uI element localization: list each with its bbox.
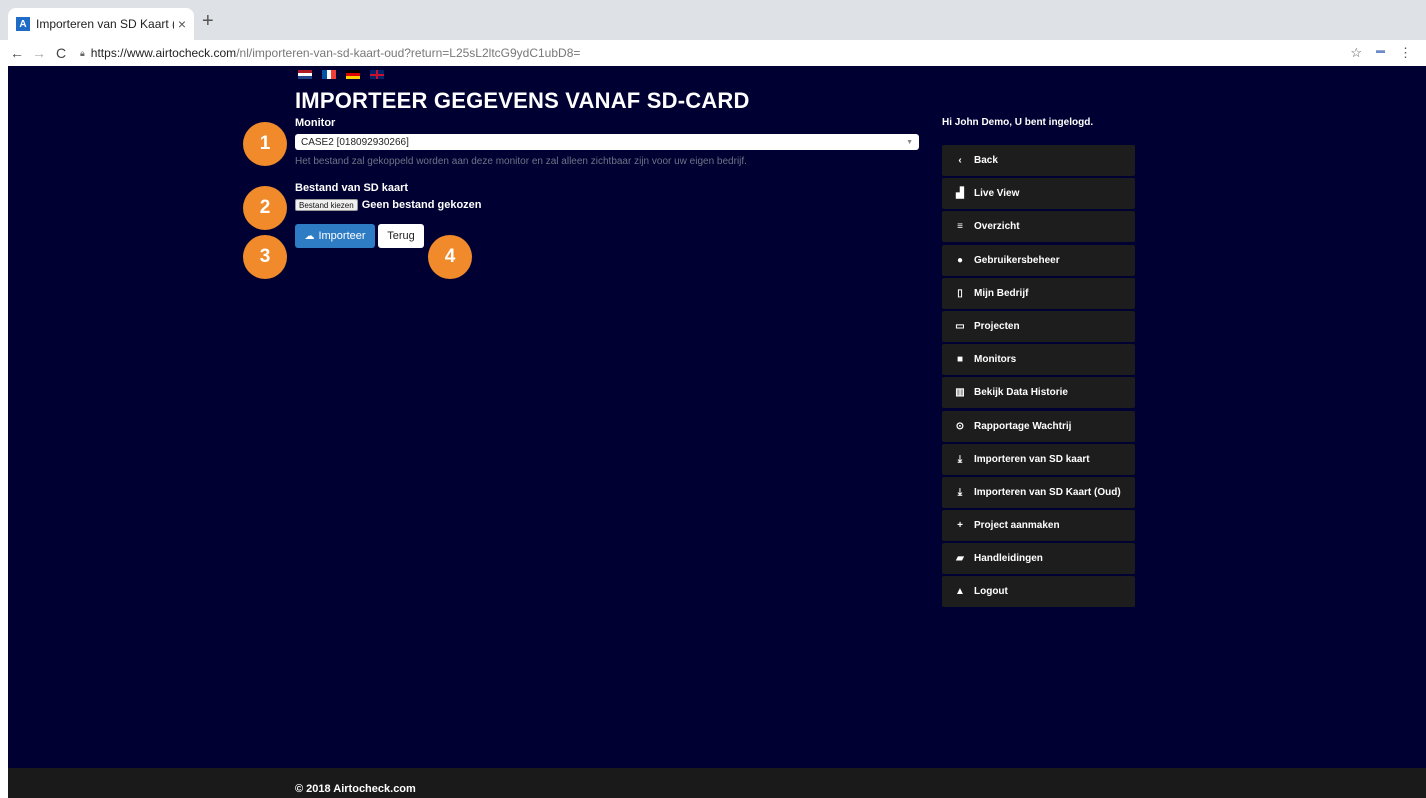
step-marker-1: 1 (243, 122, 287, 166)
download-icon: ⤓ (957, 453, 963, 465)
tab-close-icon[interactable]: × (178, 16, 186, 32)
browser-toolbar: ← → C 🔒︎ https://www.airtocheck.com/nl/i… (0, 40, 1426, 66)
sidebar-item-project-aanmaken[interactable]: + Project aanmaken (942, 510, 1135, 542)
step-marker-3: 3 (243, 235, 287, 279)
forward-arrow-icon[interactable]: → (28, 45, 50, 61)
site-favicon-icon: A (16, 17, 30, 31)
sidebar-item-label: Importeren van SD Kaart (Oud) (974, 486, 1121, 498)
language-flags (298, 70, 384, 79)
tab-title: Importeren van SD Kaart (Oud) (36, 17, 174, 31)
briefcase-icon: ■ (956, 354, 964, 366)
sidebar-item-overzicht[interactable]: ≡ Overzicht (942, 211, 1135, 243)
sidebar-item-label: Live View (974, 188, 1020, 200)
list-icon: ≡ (957, 221, 963, 233)
import-button-label: Importeer (318, 230, 366, 242)
sidebar-item-label: Project aanmaken (974, 520, 1060, 532)
menu-kebab-icon[interactable]: ⋮ (1399, 45, 1412, 61)
bar-chart-icon: ▥ (955, 387, 965, 399)
lock-icon: 🔒︎ (80, 47, 85, 58)
monitor-select[interactable]: CASE2 [018092930266] ▼ (295, 134, 919, 150)
sidebar-item-gebruikersbeheer[interactable]: ● Gebruikersbeheer (942, 244, 1135, 276)
sidebar-item-label: Monitors (974, 354, 1017, 366)
sidebar-item-logout[interactable]: ▲ Logout (942, 576, 1135, 608)
clock-icon: ⊙ (955, 420, 965, 432)
back-button[interactable]: Terug (378, 224, 424, 248)
sidebar-item-label: Importeren van SD kaart (974, 453, 1090, 465)
sidebar-item-label: Handleidingen (974, 553, 1043, 565)
extension-icon[interactable]: ▬ (1376, 45, 1385, 61)
dropdown-caret-icon: ▼ (906, 138, 913, 146)
sidebar-item-label: Projecten (974, 320, 1020, 332)
sidebar-menu: ‹ Back ▟ Live View ≡ Overzicht ● Gebruikersb… (942, 145, 1135, 610)
import-button[interactable]: ☁ Importeer (295, 224, 375, 248)
desktop-icon: ▭ (955, 320, 965, 332)
download-icon: ⤓ (957, 486, 963, 498)
url-path: /nl/importeren-van-sd-kaart-oud?return=L… (236, 46, 581, 60)
area-chart-icon: ▟ (956, 188, 964, 200)
flag-uk-icon[interactable] (370, 70, 384, 79)
reload-icon[interactable]: C (50, 45, 72, 61)
sidebar-item-label: Mijn Bedrijf (974, 287, 1029, 299)
flag-fr-icon[interactable] (322, 70, 337, 79)
browser-tab-bar: A Importeren van SD Kaart (Oud) × + (0, 0, 1426, 40)
sidebar-item-rapportage-wachtrij[interactable]: ⊙ Rapportage Wachtrij (942, 410, 1135, 442)
user-icon: ● (956, 254, 964, 266)
sidebar-item-monitors[interactable]: ■ Monitors (942, 344, 1135, 376)
page-content: IMPORTEER GEGEVENS VANAF SD-CARD Monitor… (8, 66, 1426, 798)
flag-de-icon[interactable] (346, 70, 360, 79)
chevron-left-icon: ‹ (958, 155, 962, 166)
file-status: Geen bestand gekozen (361, 199, 482, 211)
sidebar-item-data-historie[interactable]: ▥ Bekijk Data Historie (942, 377, 1135, 409)
page-title: IMPORTEER GEGEVENS VANAF SD-CARD (295, 88, 750, 113)
monitor-select-value: CASE2 [018092930266] (301, 136, 409, 148)
sidebar-item-label: Logout (974, 586, 1008, 598)
url-host: https://www.airtocheck.com (90, 46, 237, 60)
sidebar-item-label: Gebruikersbeheer (974, 254, 1060, 266)
building-icon: ▯ (957, 287, 963, 299)
sidebar-item-label: Back (974, 155, 998, 166)
lock-icon: ▲ (955, 586, 965, 598)
step-marker-2: 2 (243, 186, 287, 230)
sidebar-item-importeren-sd-oud[interactable]: ⤓ Importeren van SD Kaart (Oud) (942, 476, 1135, 508)
sidebar-item-label: Overzicht (974, 221, 1020, 233)
flag-nl-icon[interactable] (298, 70, 312, 79)
sidebar-item-live-view[interactable]: ▟ Live View (942, 178, 1135, 210)
copyright-text: © 2018 Airtocheck.com (295, 783, 416, 795)
sidebar-item-importeren-sd[interactable]: ⤓ Importeren van SD kaart (942, 443, 1135, 475)
step-marker-4: 4 (428, 235, 472, 279)
browser-tab[interactable]: A Importeren van SD Kaart (Oud) × (8, 8, 194, 40)
address-bar[interactable]: 🔒︎ https://www.airtocheck.com/nl/importe… (80, 46, 1350, 60)
sidebar-item-handleidingen[interactable]: ▰ Handleidingen (942, 543, 1135, 575)
choose-file-button[interactable]: Bestand kiezen (295, 199, 358, 211)
bookmark-star-icon[interactable]: ☆ (1350, 45, 1362, 61)
monitor-label: Monitor (295, 117, 336, 129)
plus-icon: + (957, 520, 963, 532)
file-input[interactable]: Bestand kiezen Geen bestand gekozen (295, 199, 482, 211)
cloud-upload-icon: ☁ (304, 230, 315, 242)
page-footer: © 2018 Airtocheck.com (8, 768, 1426, 798)
sidebar-item-projecten[interactable]: ▭ Projecten (942, 310, 1135, 342)
sidebar-item-back[interactable]: ‹ Back (942, 145, 1135, 176)
sidebar-item-mijn-bedrijf[interactable]: ▯ Mijn Bedrijf (942, 277, 1135, 309)
book-icon: ▰ (956, 553, 964, 565)
login-greeting: Hi John Demo, U bent ingelogd. (942, 117, 1094, 128)
sidebar-item-label: Bekijk Data Historie (974, 387, 1068, 399)
back-arrow-icon[interactable]: ← (6, 45, 28, 61)
file-label: Bestand van SD kaart (295, 182, 409, 194)
new-tab-button[interactable]: + (202, 10, 214, 33)
monitor-help-text: Het bestand zal gekoppeld worden aan dez… (295, 156, 747, 167)
sidebar-item-label: Rapportage Wachtrij (974, 420, 1072, 432)
